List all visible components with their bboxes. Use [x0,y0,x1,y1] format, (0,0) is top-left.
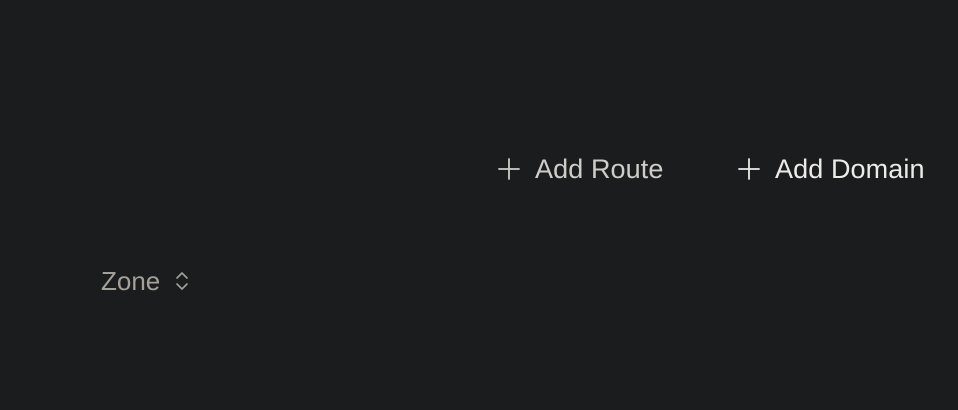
add-route-button[interactable]: Add Route [497,148,664,190]
add-route-label: Add Route [535,153,664,184]
page-canvas: Add Route Add Domain Zone [0,0,958,410]
plus-icon [737,157,761,181]
sort-updown-icon [174,269,190,293]
column-header-zone[interactable]: Zone [101,262,190,300]
add-domain-button[interactable]: Add Domain [737,148,925,190]
plus-icon [497,157,521,181]
column-header-label: Zone [101,265,161,296]
add-domain-label: Add Domain [775,153,925,184]
